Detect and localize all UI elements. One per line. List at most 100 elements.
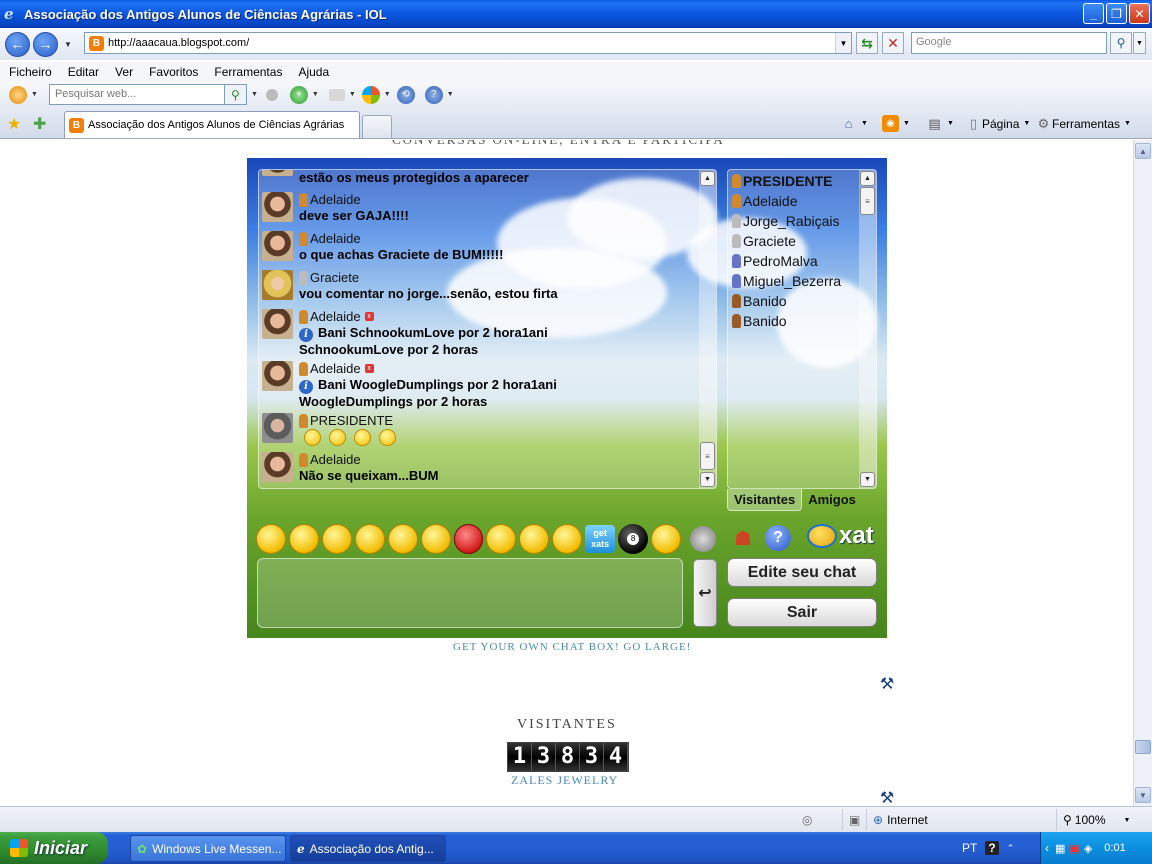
new-tab-button[interactable] <box>362 115 392 138</box>
surprised-emoticon-icon[interactable] <box>354 524 385 554</box>
eight-ball-icon[interactable]: 8 <box>618 524 649 554</box>
web-search-input[interactable]: Pesquisar web... <box>48 84 225 105</box>
avatar[interactable] <box>262 361 293 391</box>
cool-emoticon-icon[interactable] <box>420 524 451 554</box>
sound-icon[interactable] <box>689 526 716 552</box>
stop-button[interactable]: ✕ <box>882 32 904 54</box>
window-dropdown-icon[interactable]: ▼ <box>349 91 356 98</box>
zoom-control[interactable]: ⚲ 100% ▼ <box>1056 809 1152 831</box>
scroll-down-icon[interactable]: ▼ <box>700 472 715 487</box>
help-tray-icon[interactable]: ? <box>985 841 999 855</box>
user-list-item[interactable]: PedroMalva <box>732 253 818 269</box>
avatar[interactable] <box>262 270 293 300</box>
task-ie[interactable]: e Associação dos Antig... <box>290 835 446 862</box>
eek-emoticon-icon[interactable] <box>519 524 550 554</box>
address-bar[interactable]: B http://aaacaua.blogspot.com/ ▼ <box>84 32 852 54</box>
messenger-tray-icon[interactable]: ▣ <box>1069 842 1079 855</box>
message-user[interactable]: Adelaide x <box>299 309 374 324</box>
close-button[interactable]: ✕ <box>1129 3 1150 24</box>
history-dropdown-icon[interactable]: ▼ <box>64 40 72 49</box>
iol-logo-icon[interactable] <box>9 85 27 104</box>
smile-emoticon-icon[interactable] <box>256 524 286 554</box>
xat-logo[interactable]: xat <box>807 522 874 550</box>
chat-messages-pane[interactable]: estão os meus protegidos a aparecer Adel… <box>258 169 717 489</box>
avatar[interactable] <box>262 309 293 339</box>
refresh-button[interactable]: ⇆ <box>856 32 878 54</box>
menu-ver[interactable]: Ver <box>107 65 141 79</box>
scroll-thumb[interactable]: ≡ <box>700 442 715 470</box>
clock[interactable]: 0:01 <box>1104 842 1125 854</box>
menu-favoritos[interactable]: Favoritos <box>141 65 206 79</box>
help-icon[interactable]: ? <box>765 525 791 551</box>
user-list-item[interactable]: Graciete <box>732 233 796 249</box>
edit-gadget-icon[interactable]: ⚒ <box>877 788 897 806</box>
feeds-button[interactable]: ◉ ▼ <box>882 115 910 132</box>
confused-emoticon-icon[interactable] <box>486 524 517 554</box>
user-list-item[interactable]: Banido <box>732 313 787 329</box>
tab-visitantes[interactable]: Visitantes <box>727 489 803 511</box>
add-dropdown-icon[interactable]: ▼ <box>312 91 319 98</box>
tray-dropdown-icon[interactable]: ⌃ <box>1007 843 1015 854</box>
scroll-up-icon[interactable]: ▲ <box>860 171 875 186</box>
users-scrollbar[interactable]: ▲ ≡ ▼ <box>859 170 876 488</box>
user-list-item[interactable]: Miguel_Bezerra <box>732 273 841 289</box>
love-emoticon-icon[interactable] <box>651 524 681 554</box>
avatar[interactable] <box>262 231 293 261</box>
refresh-toolbar-icon[interactable]: ⟲ <box>396 85 415 104</box>
avatar[interactable] <box>262 452 293 482</box>
scroll-thumb[interactable] <box>1135 740 1151 754</box>
send-button[interactable]: ↩ <box>693 559 717 627</box>
user-list-item[interactable]: Banido <box>732 293 787 309</box>
menu-ferramentas[interactable]: Ferramentas <box>206 65 290 79</box>
minimize-button[interactable]: _ <box>1083 3 1104 24</box>
tab-amigos[interactable]: Amigos <box>802 489 862 511</box>
edit-chat-button[interactable]: Edite seu chat <box>727 558 877 587</box>
message-user[interactable]: PRESIDENTE <box>299 413 393 428</box>
sad-emoticon-icon[interactable] <box>552 524 583 554</box>
tab-associacao[interactable]: B Associação dos Antigos Alunos de Ciênc… <box>64 111 360 138</box>
get-chat-link[interactable]: GET YOUR OWN CHAT BOX! GO LARGE! <box>453 641 691 653</box>
popup-status[interactable]: ▣ <box>842 809 866 831</box>
scroll-down-icon[interactable]: ▼ <box>1135 787 1151 803</box>
page-scrollbar[interactable]: ▲ ▼ <box>1133 140 1152 806</box>
maximize-button[interactable]: ❐ <box>1106 3 1127 24</box>
help-dropdown-icon[interactable]: ▼ <box>447 91 454 98</box>
get-xats-button[interactable]: get xats <box>585 525 616 553</box>
exit-chat-button[interactable]: Sair <box>727 598 877 627</box>
tongue-emoticon-icon[interactable] <box>387 524 418 554</box>
add-favorite-icon[interactable]: ✚ <box>33 114 46 134</box>
chat-users-pane[interactable]: PRESIDENTE Adelaide Jorge_Rabiçais Graci… <box>727 169 877 489</box>
user-list-item[interactable]: Adelaide <box>732 193 798 209</box>
back-button[interactable]: ← <box>5 31 30 57</box>
chat-message-input[interactable] <box>257 558 683 628</box>
message-user[interactable]: Graciete <box>299 270 359 285</box>
zales-jewelry-link[interactable]: ZALES JEWELRY <box>511 773 618 788</box>
add-icon[interactable]: + <box>289 85 308 104</box>
messages-scrollbar[interactable]: ▲ ≡ ▼ <box>699 170 716 488</box>
address-dropdown-icon[interactable]: ▼ <box>835 33 851 53</box>
messenger-icon[interactable] <box>361 85 380 104</box>
friends-icon[interactable]: ☗ <box>729 524 757 552</box>
menu-ficheiro[interactable]: Ficheiro <box>0 65 60 79</box>
message-user[interactable]: Adelaide <box>299 192 361 207</box>
window-icon[interactable] <box>328 88 345 101</box>
page-menu-button[interactable]: ▯ Página ▼ <box>965 115 1030 132</box>
search-dropdown-icon[interactable]: ▼ <box>1133 32 1146 54</box>
forward-button[interactable]: → <box>33 31 58 57</box>
tools-menu-button[interactable]: ⚙ Ferramentas ▼ <box>1035 115 1131 132</box>
scroll-thumb[interactable]: ≡ <box>860 187 875 215</box>
user-list-item[interactable]: PRESIDENTE <box>732 173 832 189</box>
scroll-down-icon[interactable]: ▼ <box>860 472 875 487</box>
messenger-dropdown-icon[interactable]: ▼ <box>384 91 391 98</box>
wink-emoticon-icon[interactable] <box>321 524 352 554</box>
tray-expand-icon[interactable]: ‹ <box>1045 841 1049 855</box>
volume-icon[interactable]: ◈ <box>1084 842 1092 855</box>
address-url[interactable]: http://aaacaua.blogspot.com/ <box>108 37 249 49</box>
message-user[interactable]: Adelaide <box>299 231 361 246</box>
user-list-item[interactable]: Jorge_Rabiçais <box>732 213 840 229</box>
web-search-icon[interactable]: ⚲ <box>224 84 247 105</box>
print-button[interactable]: ▤ ▼ <box>926 115 954 132</box>
menu-ajuda[interactable]: Ajuda <box>290 65 337 79</box>
biggrin-emoticon-icon[interactable] <box>288 524 319 554</box>
message-user[interactable]: Adelaide <box>299 452 361 467</box>
